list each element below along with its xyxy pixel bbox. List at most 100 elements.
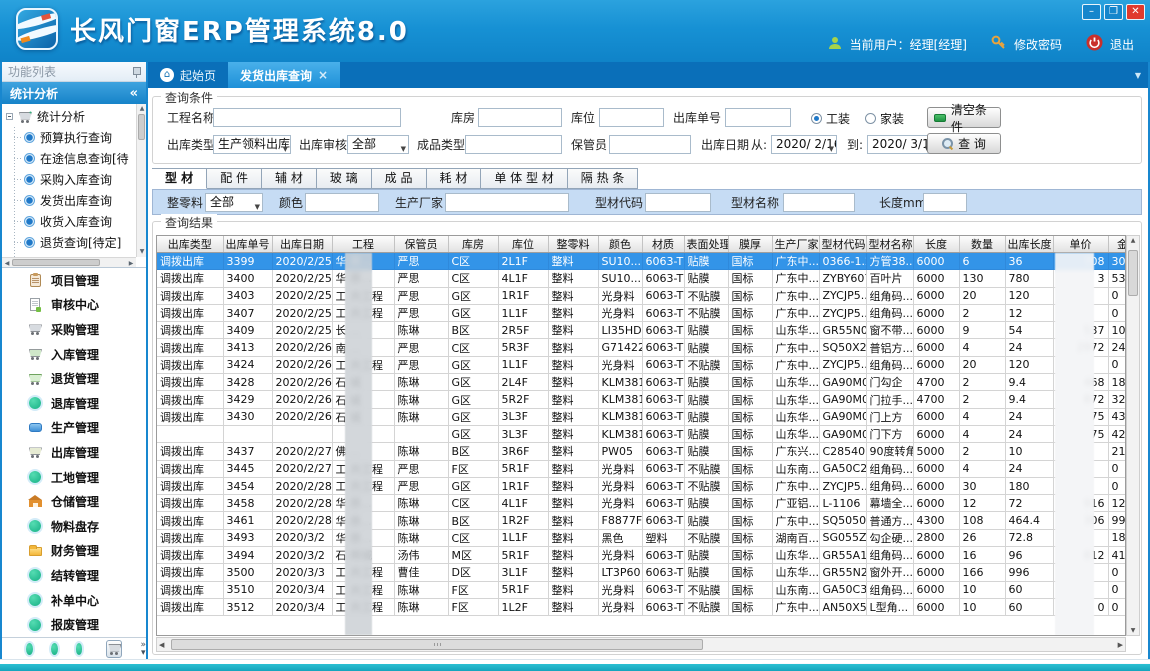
outbound-type-select[interactable]: 生产领料出库▼ xyxy=(213,135,291,154)
column-header[interactable]: 库房 xyxy=(448,236,498,253)
column-header[interactable]: 数量 xyxy=(959,236,1005,253)
color-input[interactable] xyxy=(305,193,379,212)
column-header[interactable]: 出库日期 xyxy=(272,236,332,253)
sidebar-menu-item[interactable]: 退库管理 xyxy=(2,391,146,416)
keeper-input[interactable] xyxy=(609,135,691,154)
pin-icon[interactable] xyxy=(132,66,140,78)
table-row[interactable]: 调拨出库34452020/2/27工 共工程严思F区5R1F整料光身料6063-… xyxy=(157,460,1126,477)
profile-code-input[interactable] xyxy=(645,193,711,212)
sidebar-menu-item[interactable]: 退货管理 xyxy=(2,366,146,391)
footer-dot-icon[interactable] xyxy=(76,643,83,655)
length-input[interactable] xyxy=(923,193,967,212)
subtab[interactable]: 单 体 型 材 xyxy=(481,168,567,189)
sidebar-menu-item[interactable]: 生产管理 xyxy=(2,416,146,441)
sidebar-menu-item[interactable]: 项目管理 xyxy=(2,268,146,293)
column-header[interactable]: 颜色 xyxy=(598,236,642,253)
date-to-select[interactable]: 2020/ 3/16▼ xyxy=(867,135,933,154)
tree-item[interactable]: 预算执行查询 xyxy=(6,127,134,148)
grid-vertical-scrollbar[interactable]: ▲ ▼ xyxy=(1126,235,1140,636)
table-row[interactable]: 调拨出库35102020/3/4工 共工程陈琳F区5R1F整料光身料6063-T… xyxy=(157,581,1126,598)
column-header[interactable]: 出库类型 xyxy=(157,236,223,253)
table-row[interactable]: 调拨出库34242020/2/26工 共工程严思G区1L1F整料光身料6063-… xyxy=(157,356,1126,373)
collapse-icon[interactable]: « xyxy=(130,86,138,101)
subtab[interactable]: 隔 热 条 xyxy=(568,168,639,189)
scroll-left-icon[interactable]: ◀ xyxy=(2,259,12,268)
tree-vertical-scrollbar[interactable]: ▲ ▼ xyxy=(136,104,146,257)
minimize-button[interactable]: – xyxy=(1082,4,1101,20)
footer-dot-icon[interactable] xyxy=(26,643,33,655)
sidebar-menu-item[interactable]: 工地管理 xyxy=(2,465,146,490)
column-header[interactable]: 保管员 xyxy=(394,236,448,253)
table-row[interactable]: 调拨出库35002020/3/3工 共工程曹佳D区3L1F整料LT3P60606… xyxy=(157,564,1126,581)
sidebar-menu-item[interactable]: 仓储管理 xyxy=(2,489,146,514)
scroll-right-icon[interactable]: ▶ xyxy=(126,259,136,268)
column-header[interactable]: 金额 xyxy=(1108,236,1126,253)
table-row[interactable]: G区3L3F整料KLM38176063-T5贴膜国标山东华...GA90M09.… xyxy=(157,425,1126,442)
scroll-down-icon[interactable]: ▼ xyxy=(1127,627,1139,634)
column-header[interactable]: 膜厚 xyxy=(728,236,772,253)
project-name-input[interactable] xyxy=(213,108,401,127)
scroll-up-icon[interactable]: ▲ xyxy=(137,104,146,114)
column-header[interactable]: 型材代码 xyxy=(819,236,866,253)
table-row[interactable]: 调拨出库34542020/2/28工 共工程严思G区1R1F整料光身料6063-… xyxy=(157,477,1126,494)
column-header[interactable]: 材质 xyxy=(642,236,684,253)
footer-cart-button[interactable] xyxy=(106,640,122,658)
table-row[interactable]: 调拨出库33992020/2/25华 原...严思C区2L1F整料SU10...… xyxy=(157,253,1126,270)
footer-dot-icon[interactable] xyxy=(51,643,58,655)
tree-item[interactable]: 采购入库查询 xyxy=(6,169,134,190)
expander-icon[interactable] xyxy=(6,113,13,120)
tree-item[interactable]: 在途信息查询[待 xyxy=(6,148,134,169)
sidebar-menu-item[interactable]: 入库管理 xyxy=(2,342,146,367)
footer-more-button[interactable]: »▾ xyxy=(140,641,146,657)
tree-item[interactable]: 发货出库查询 xyxy=(6,190,134,211)
table-row[interactable]: 调拨出库34942020/3/2石 辉城汤伟M区5R1F整料光身料6063-T5… xyxy=(157,547,1126,564)
table-row[interactable]: 调拨出库34372020/2/27佛 ...陈琳B区3R6F整料PW056063… xyxy=(157,443,1126,460)
scroll-left-icon[interactable]: ◀ xyxy=(159,641,164,649)
subtab[interactable]: 玻 璃 xyxy=(317,168,372,189)
change-password-link[interactable]: 修改密码 xyxy=(1014,36,1062,53)
table-row[interactable]: 调拨出库34132020/2/26南 ...严思C区5R3F整料G7142260… xyxy=(157,339,1126,356)
subtab[interactable]: 型 材 xyxy=(152,168,207,189)
tab-list-caret-icon[interactable]: ▼ xyxy=(1135,71,1141,80)
subtab[interactable]: 耗 材 xyxy=(427,168,482,189)
column-header[interactable]: 长度 xyxy=(913,236,959,253)
table-row[interactable]: 调拨出库34612020/2/28华 原...陈琳B区1R2F整料F8877FT… xyxy=(157,512,1126,529)
column-header[interactable]: 工程 xyxy=(332,236,394,253)
sidebar-menu-item[interactable]: 采购管理 xyxy=(2,317,146,342)
audit-select[interactable]: 全部▼ xyxy=(347,135,409,154)
table-row[interactable]: 调拨出库34072020/2/25工 共工程严思G区1L1F整料光身料6063-… xyxy=(157,304,1126,321)
tree-horizontal-scrollbar[interactable]: ◀ ▶ xyxy=(2,257,136,267)
table-row[interactable]: 调拨出库34932020/3/2华 原...陈琳C区1L1F整料黑色塑料不贴膜国… xyxy=(157,529,1126,546)
table-row[interactable]: 调拨出库35122020/3/4工 共工程陈琳F区1L2F整料光身料6063-T… xyxy=(157,598,1126,615)
sidebar-menu-item[interactable]: 结转管理 xyxy=(2,563,146,588)
sidebar-menu-item[interactable]: 审核中心 xyxy=(2,293,146,318)
profile-name-input[interactable] xyxy=(783,193,855,212)
product-type-input[interactable] xyxy=(465,135,562,154)
tab-outbound-query[interactable]: 发货出库查询 × xyxy=(228,62,340,88)
column-header[interactable]: 整零料 xyxy=(548,236,598,253)
grid-horizontal-scrollbar[interactable]: ◀ ▶ xyxy=(156,637,1126,652)
sidebar-menu-item[interactable]: 补单中心 xyxy=(2,588,146,613)
tree-item[interactable]: 收货入库查询 xyxy=(6,211,134,232)
close-button[interactable]: ✕ xyxy=(1126,4,1145,20)
sidebar-menu-item[interactable]: 物料盘存 xyxy=(2,514,146,539)
scroll-up-icon[interactable]: ▲ xyxy=(1127,237,1139,244)
maker-input[interactable] xyxy=(445,193,569,212)
column-header[interactable]: 库位 xyxy=(498,236,548,253)
sidebar-menu-item[interactable]: 报废管理 xyxy=(2,612,146,637)
location-input[interactable] xyxy=(599,108,664,127)
tree-item[interactable]: 退货查询[待定] xyxy=(6,232,134,253)
date-from-select[interactable]: 2020/ 2/16▼ xyxy=(771,135,837,154)
table-row[interactable]: 调拨出库34582020/2/28华 原...陈琳C区4L1F整料光身料6063… xyxy=(157,495,1126,512)
column-header[interactable]: 表面处理 xyxy=(684,236,728,253)
maximize-button[interactable]: ❐ xyxy=(1104,4,1123,20)
whole-part-select[interactable]: 全部▼ xyxy=(205,193,263,212)
scroll-down-icon[interactable]: ▼ xyxy=(137,247,146,257)
warehouse-input[interactable] xyxy=(478,108,562,127)
tab-close-icon[interactable]: × xyxy=(318,68,328,82)
column-header[interactable]: 出库单号 xyxy=(223,236,272,253)
column-header[interactable]: 生产厂家 xyxy=(772,236,819,253)
column-header[interactable]: 单价 xyxy=(1053,236,1108,253)
radio-engineering[interactable]: 工装 xyxy=(811,110,850,127)
clear-conditions-button[interactable]: 清空条件 xyxy=(927,107,1001,128)
